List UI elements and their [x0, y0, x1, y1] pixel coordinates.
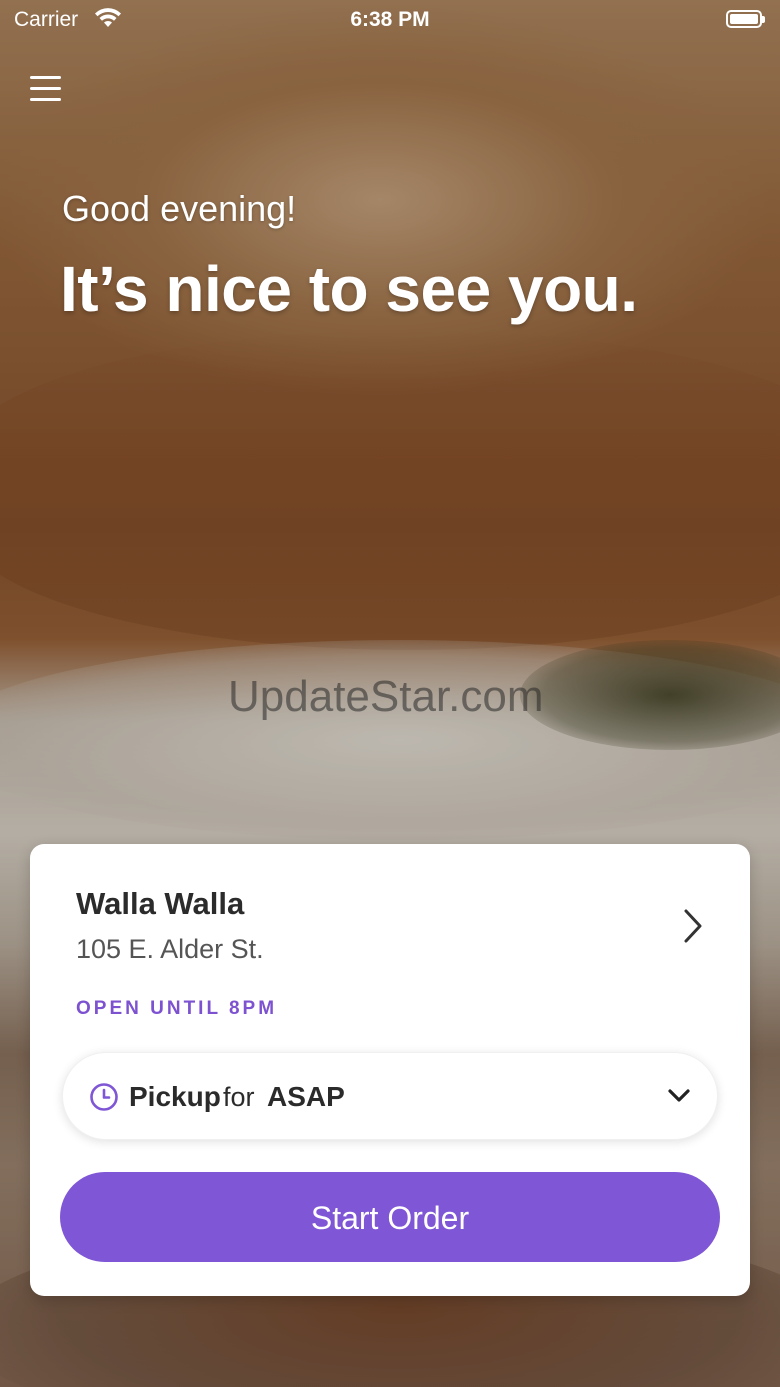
status-bar: Carrier 6:38 PM	[0, 0, 780, 40]
headline-text: It’s nice to see you.	[60, 253, 638, 325]
greeting-text: Good evening!	[62, 188, 297, 229]
clock-icon	[90, 1083, 118, 1111]
store-hours-badge: OPEN UNTIL 8PM	[76, 998, 278, 1019]
clock-time: 6:38 PM	[350, 8, 430, 31]
start-order-button[interactable]: Start Order	[60, 1172, 720, 1262]
hamburger-menu-icon[interactable]	[30, 74, 62, 104]
chevron-down-icon	[668, 1089, 690, 1102]
chevron-right-icon[interactable]	[676, 906, 708, 946]
battery-icon	[726, 10, 765, 28]
order-mode-connector: for	[223, 1082, 255, 1112]
watermark: UpdateStar.com	[228, 672, 544, 721]
store-address: 105 E. Alder St.	[76, 934, 264, 964]
store-card: Walla Walla 105 E. Alder St. OPEN UNTIL …	[30, 844, 750, 1296]
order-time-label: ASAP	[267, 1081, 345, 1112]
order-mode-label: Pickup	[129, 1081, 221, 1112]
store-name[interactable]: Walla Walla	[76, 886, 244, 922]
pickup-time-selector[interactable]: Pickup for ASAP	[62, 1052, 718, 1140]
